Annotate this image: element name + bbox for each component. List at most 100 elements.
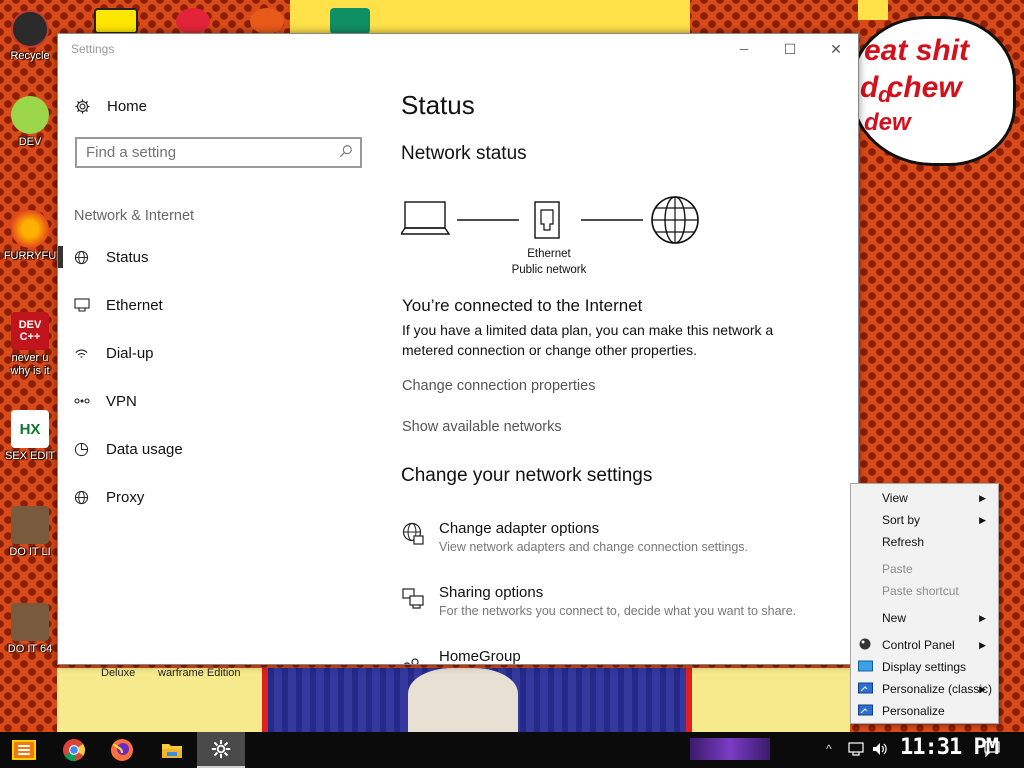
search-icon[interactable] — [332, 144, 360, 161]
ethernet-adapter-icon — [534, 201, 560, 239]
show-hidden-icons-button[interactable]: ^ — [826, 742, 832, 756]
menu-item-personalize-classic[interactable]: Personalize (classic) ▶ — [851, 678, 998, 700]
desktop-icon-peridot[interactable]: DEV — [0, 96, 60, 149]
sidebar-item-label: Data usage — [106, 440, 183, 458]
devcpp-icon: DEV C++ — [11, 312, 49, 350]
sidebar-item-proxy[interactable]: Proxy — [58, 480, 358, 514]
portrait-icon — [11, 603, 49, 641]
network-status-heading: Network status — [401, 143, 527, 164]
taskbar-chrome[interactable] — [50, 732, 98, 768]
internet-globe-icon — [651, 196, 699, 244]
change-settings-heading: Change your network settings — [401, 465, 653, 486]
adapter-globe-icon — [401, 520, 427, 554]
menu-item-sort-by[interactable]: Sort by ▶ — [851, 509, 998, 531]
start-button[interactable] — [0, 732, 48, 768]
homegroup-option[interactable]: HomeGroup — [401, 648, 521, 665]
nav-home[interactable]: Home — [74, 94, 147, 118]
sidebar-item-label: Status — [106, 248, 149, 266]
globe-icon — [58, 250, 106, 265]
desktop-icon-portrait-2[interactable]: DO IT 64 — [0, 603, 60, 656]
laptop-icon — [401, 201, 451, 235]
desktop-shortcut-icon[interactable] — [176, 8, 210, 34]
menu-item-label: New — [882, 611, 907, 625]
control-panel-icon — [859, 638, 871, 650]
close-button[interactable]: ✕ — [813, 34, 858, 64]
submenu-arrow-icon: ▶ — [979, 612, 986, 623]
volume-tray-icon[interactable] — [872, 742, 888, 761]
desktop-shortcut-icon[interactable] — [250, 8, 284, 34]
minimize-button[interactable]: ─ — [721, 34, 767, 64]
maximize-button[interactable]: ☐ — [767, 34, 813, 64]
vpn-icon — [58, 395, 106, 407]
change-connection-properties-link[interactable]: Change connection properties — [402, 378, 595, 394]
sidebar-item-label: Proxy — [106, 488, 145, 506]
page-title: Status — [401, 90, 475, 120]
desktop-icon-label: DO IT LI — [9, 546, 51, 558]
desktop-icon-devcpp[interactable]: DEV C++ never u why is it — [0, 312, 60, 378]
network-tray-icon[interactable] — [848, 742, 864, 761]
option-title: HomeGroup — [439, 648, 521, 665]
menu-item-view[interactable]: View ▶ — [851, 487, 998, 509]
recycle-bin-icon — [11, 10, 49, 48]
menu-item-personalize[interactable]: Personalize — [851, 700, 998, 722]
submenu-arrow-icon: ▶ — [979, 639, 986, 650]
menu-item-new[interactable]: New ▶ — [851, 607, 998, 629]
search-input[interactable] — [77, 144, 332, 161]
menu-item-label: Control Panel — [882, 638, 955, 652]
sidebar-item-status[interactable]: Status — [58, 240, 358, 274]
desktop-icon-recycle-bin[interactable]: Recycle — [0, 10, 60, 63]
window-title: Settings — [71, 42, 115, 56]
character-icon — [11, 96, 49, 134]
sidebar-item-vpn[interactable]: VPN — [58, 384, 358, 418]
option-title: Sharing options — [439, 584, 544, 601]
desktop-icon-hx[interactable]: HX SEX EDIT — [0, 410, 60, 463]
search-box[interactable] — [75, 137, 362, 168]
personalize-icon — [858, 682, 873, 694]
taskbar-settings[interactable] — [197, 732, 245, 768]
sharing-printer-icon — [401, 584, 427, 618]
desktop-icon-label: SEX EDIT — [4, 450, 56, 462]
firefox-icon — [11, 210, 49, 248]
show-available-networks-link[interactable]: Show available networks — [402, 419, 562, 435]
desktop-icon-label: never u — [11, 352, 49, 364]
connection-status-heading: You’re connected to the Internet — [402, 296, 643, 315]
taskbar-clock[interactable]: 11:31 PM — [900, 735, 999, 760]
desktop-caption: warframe Edition — [158, 667, 241, 679]
menu-item-paste-shortcut: Paste shortcut — [851, 580, 998, 602]
sidebar-item-dialup[interactable]: Dial-up — [58, 336, 358, 370]
menu-item-label: Personalize — [882, 704, 945, 718]
homegroup-icon — [401, 648, 427, 664]
desktop-shortcut-icon[interactable] — [330, 8, 370, 34]
submenu-arrow-icon: ▶ — [979, 683, 986, 694]
personalize-icon — [858, 704, 873, 716]
folder-icon — [162, 744, 182, 758]
globe-icon — [58, 490, 106, 505]
sidebar-item-ethernet[interactable]: Ethernet — [58, 288, 358, 322]
ethernet-icon — [58, 298, 106, 312]
nav-home-label: Home — [107, 97, 148, 115]
desktop-shortcut-icon[interactable] — [94, 8, 138, 34]
sharing-options[interactable]: Sharing options For the networks you con… — [401, 584, 796, 618]
portrait-icon — [11, 506, 49, 544]
desktop-icon-portrait-1[interactable]: DO IT LI — [0, 506, 60, 559]
chrome-icon — [63, 739, 85, 762]
change-adapter-options[interactable]: Change adapter options View network adap… — [401, 520, 748, 554]
taskbar-file-explorer[interactable] — [148, 732, 196, 768]
speech-line: eat shit — [864, 34, 970, 67]
sidebar-item-data-usage[interactable]: Data usage — [58, 432, 358, 466]
network-type: Public network — [511, 264, 587, 276]
wallpaper-yellow-band — [858, 0, 888, 20]
menu-item-display-settings[interactable]: Display settings — [851, 656, 998, 678]
desktop-icon-label: DO IT 64 — [7, 643, 53, 655]
menu-item-label: Personalize (classic) — [882, 682, 993, 696]
taskbar-firefox[interactable] — [98, 732, 146, 768]
desktop-icon-label: why is it — [10, 365, 50, 377]
menu-item-refresh[interactable]: Refresh — [851, 531, 998, 553]
submenu-arrow-icon: ▶ — [979, 492, 986, 503]
menu-item-label: Paste shortcut — [882, 584, 959, 598]
wallpaper-yellow-right — [692, 668, 850, 732]
desktop-icon-firefox[interactable]: FURRYFU — [0, 210, 60, 263]
menu-item-control-panel[interactable]: Control Panel ▶ — [851, 634, 998, 656]
display-icon — [858, 660, 873, 672]
menu-item-label: Sort by — [882, 513, 921, 527]
